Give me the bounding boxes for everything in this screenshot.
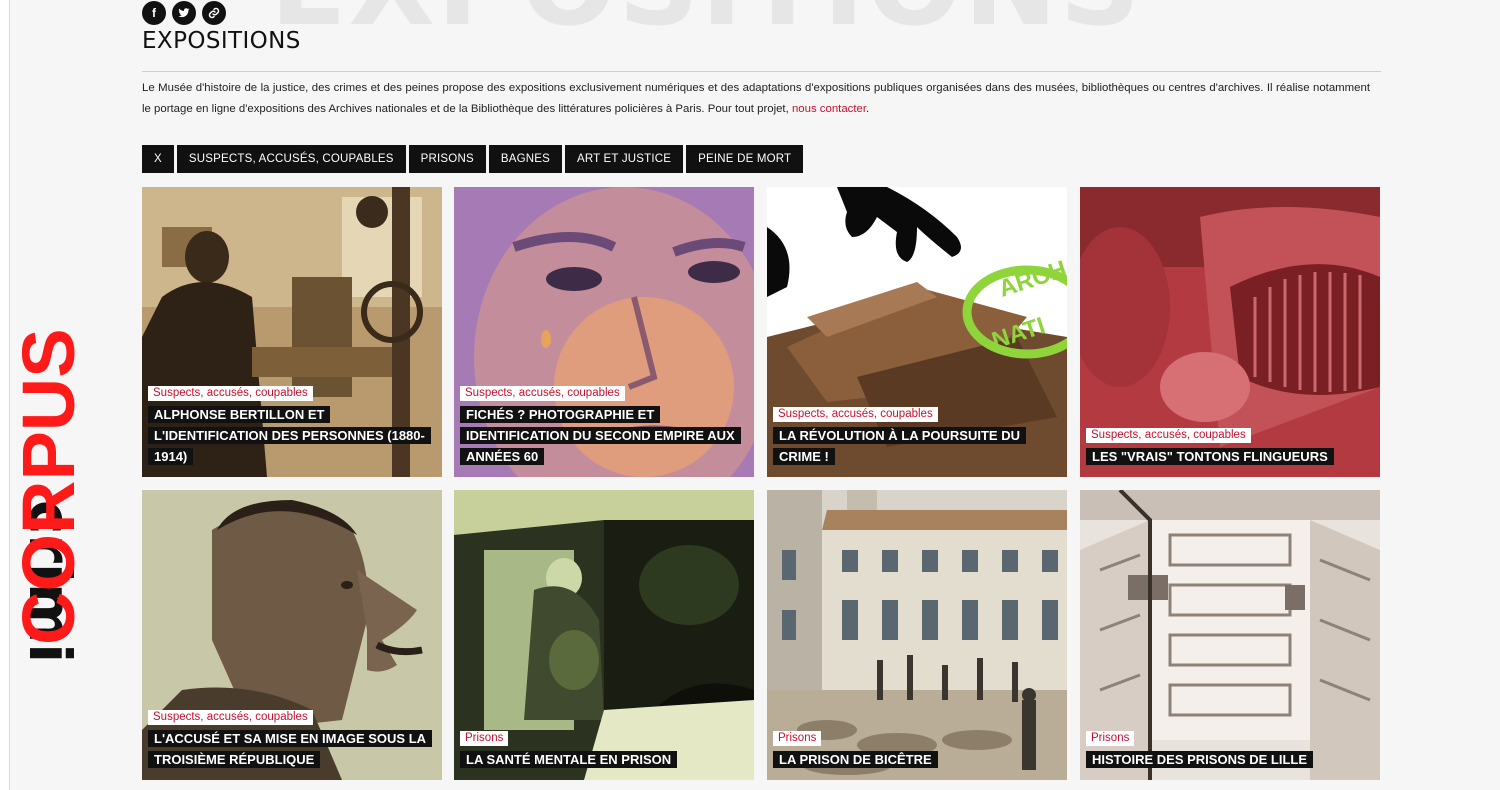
card-category-tag: Prisons <box>460 731 509 746</box>
card-category-tag: Suspects, accusés, coupables <box>148 710 313 725</box>
intro-paragraph: Le Musée d'histoire de la justice, des c… <box>142 78 1370 119</box>
card-meta: Prisons LA SANTÉ MENTALE EN PRISON <box>460 728 748 770</box>
exhibition-card-tontons[interactable]: Suspects, accusés, coupables LES "VRAIS"… <box>1080 187 1380 477</box>
card-meta: Suspects, accusés, coupables LES "VRAIS"… <box>1086 425 1374 467</box>
logo-text-corpus: CORPUS <box>7 328 90 645</box>
card-category-tag: Suspects, accusés, coupables <box>773 407 938 422</box>
card-category-tag: Suspects, accusés, coupables <box>148 386 313 401</box>
card-category-tag: Prisons <box>773 731 822 746</box>
filter-art-justice-button[interactable]: ART ET JUSTICE <box>564 145 684 173</box>
contact-link[interactable]: nous contacter <box>792 103 866 115</box>
twitter-icon <box>178 8 190 18</box>
card-title: HISTOIRE DES PRISONS DE LILLE <box>1086 751 1314 768</box>
card-title: LA SANTÉ MENTALE EN PRISON <box>460 751 678 768</box>
facebook-share-button[interactable]: f <box>142 1 166 25</box>
exhibition-card-bertillon[interactable]: Suspects, accusés, coupables ALPHONSE BE… <box>142 187 442 477</box>
copy-link-button[interactable] <box>202 1 226 25</box>
card-title: FICHÉS ? PHOTOGRAPHIE ET IDENTIFICATION … <box>460 406 741 465</box>
filter-bagnes-button[interactable]: BAGNES <box>488 145 562 173</box>
filter-reset-button[interactable]: X <box>142 145 174 173</box>
card-meta: Suspects, accusés, coupables L'ACCUSÉ ET… <box>148 707 436 770</box>
card-title: LA PRISON DE BICÊTRE <box>773 751 938 768</box>
card-title: LES "VRAIS" TONTONS FLINGUEURS <box>1086 448 1334 465</box>
filter-suspects-button[interactable]: SUSPECTS, ACCUSÉS, COUPABLES <box>176 145 406 173</box>
link-icon <box>208 7 220 19</box>
card-meta: Suspects, accusés, coupables ALPHONSE BE… <box>148 383 436 467</box>
intro-text: Le Musée d'histoire de la justice, des c… <box>142 82 1370 115</box>
background-watermark-title: EXPOSITIONS <box>270 0 1142 42</box>
exhibition-card-sante-mentale[interactable]: Prisons LA SANTÉ MENTALE EN PRISON <box>454 490 754 780</box>
card-meta: Suspects, accusés, coupables FICHÉS ? PH… <box>460 383 748 467</box>
social-share-bar: f <box>142 1 226 25</box>
card-meta: Prisons HISTOIRE DES PRISONS DE LILLE <box>1086 728 1374 770</box>
criminocorpus-logo[interactable]: crimino CORPUS <box>0 190 90 660</box>
card-title: L'ACCUSÉ ET SA MISE EN IMAGE SOUS LA TRO… <box>148 730 433 768</box>
filter-prisons-button[interactable]: PRISONS <box>408 145 486 173</box>
card-title: ALPHONSE BERTILLON ET L'IDENTIFICATION D… <box>148 406 431 465</box>
exhibition-card-accuse[interactable]: Suspects, accusés, coupables L'ACCUSÉ ET… <box>142 490 442 780</box>
intro-end: . <box>866 102 870 115</box>
facebook-icon: f <box>152 6 156 20</box>
card-meta: Prisons LA PRISON DE BICÊTRE <box>773 728 1061 770</box>
card-category-tag: Suspects, accusés, coupables <box>460 386 625 401</box>
filter-peine-de-mort-button[interactable]: PEINE DE MORT <box>686 145 804 173</box>
category-filters: X SUSPECTS, ACCUSÉS, COUPABLES PRISONS B… <box>142 145 804 173</box>
page-title: EXPOSITIONS <box>142 28 301 54</box>
card-category-tag: Suspects, accusés, coupables <box>1086 428 1251 443</box>
twitter-share-button[interactable] <box>172 1 196 25</box>
card-meta: Suspects, accusés, coupables LA RÉVOLUTI… <box>773 404 1061 467</box>
title-divider <box>142 71 1381 72</box>
exhibition-card-revolution[interactable]: ARCH NATI Suspects, accusés, coupables L… <box>767 187 1067 477</box>
card-title: LA RÉVOLUTION À LA POURSUITE DU CRIME ! <box>773 427 1026 465</box>
exhibition-card-lille[interactable]: Prisons HISTOIRE DES PRISONS DE LILLE <box>1080 490 1380 780</box>
criminocorpus-logo-image: crimino CORPUS <box>7 328 90 660</box>
card-category-tag: Prisons <box>1086 731 1135 746</box>
exhibition-card-fiches[interactable]: Suspects, accusés, coupables FICHÉS ? PH… <box>454 187 754 477</box>
exhibition-card-bicetre[interactable]: Prisons LA PRISON DE BICÊTRE <box>767 490 1067 780</box>
